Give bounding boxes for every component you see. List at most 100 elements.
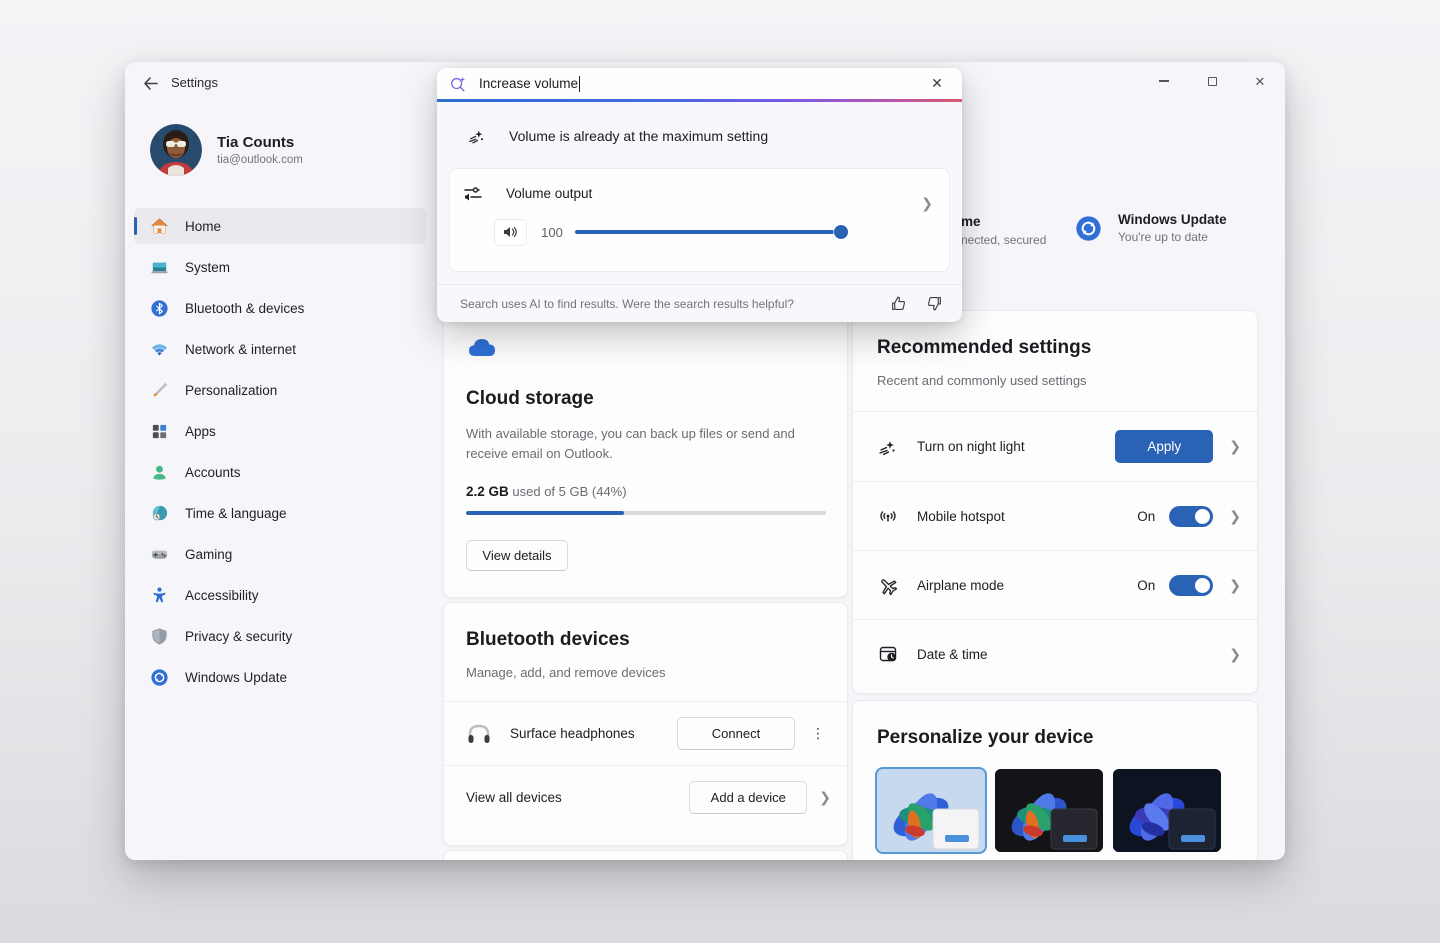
- back-arrow-icon: [143, 77, 158, 90]
- theme-thumbnail-dark[interactable]: [995, 769, 1103, 852]
- personalization-icon: [150, 381, 169, 400]
- sidebar-item-time-language[interactable]: Time & language: [134, 495, 426, 531]
- bluetooth-devices-title: Bluetooth devices: [466, 629, 825, 651]
- recommended-settings-card: Recommended settings Recent and commonly…: [852, 310, 1258, 694]
- sidebar-item-label: Windows Update: [185, 670, 287, 685]
- ai-answer-row[interactable]: Volume is already at the maximum setting: [437, 102, 962, 168]
- thumbs-down-button[interactable]: [920, 291, 948, 317]
- storage-progress-fill: [466, 511, 624, 515]
- sidebar-item-accounts[interactable]: Accounts: [134, 454, 426, 490]
- chevron-right-icon: ❯: [1229, 508, 1241, 525]
- view-all-devices-label: View all devices: [466, 790, 562, 805]
- sidebar-item-privacy[interactable]: Privacy & security: [134, 618, 426, 654]
- mobile-hotspot-row: Mobile hotspot On ❯: [853, 481, 1257, 550]
- accessibility-icon: [150, 586, 169, 605]
- back-button[interactable]: [137, 71, 163, 95]
- sidebar-item-accessibility[interactable]: Accessibility: [134, 577, 426, 613]
- sidebar-item-label: Network & internet: [185, 342, 296, 357]
- speaker-button[interactable]: [494, 219, 527, 246]
- recommended-settings-subtitle: Recent and commonly used settings: [877, 371, 1233, 391]
- sidebar: Tia Counts tia@outlook.com Home System B…: [125, 102, 443, 860]
- headphones-icon: [466, 721, 492, 747]
- night-light-label: Turn on night light: [917, 439, 1115, 454]
- add-device-button[interactable]: Add a device: [689, 781, 807, 814]
- sidebar-item-system[interactable]: System: [134, 249, 426, 285]
- sidebar-item-home[interactable]: Home: [134, 208, 426, 244]
- sidebar-item-bluetooth[interactable]: Bluetooth & devices: [134, 290, 426, 326]
- sidebar-item-personalization[interactable]: Personalization: [134, 372, 426, 408]
- view-all-devices-row[interactable]: View all devices Add a device ❯: [444, 765, 847, 828]
- maximize-button[interactable]: [1195, 68, 1229, 94]
- airplane-mode-row: Airplane mode On ❯: [853, 550, 1257, 619]
- search-footer: Search uses AI to find results. Were the…: [437, 284, 962, 322]
- sidebar-item-label: Time & language: [185, 506, 287, 521]
- windows-update-status-icon: [1075, 215, 1102, 242]
- sidebar-item-windows-update[interactable]: Windows Update: [134, 659, 426, 695]
- text-caret: [579, 76, 580, 92]
- sidebar-item-label: Gaming: [185, 547, 232, 562]
- update-subtitle: You're up to date: [1118, 230, 1227, 244]
- mobile-hotspot-state: On: [1137, 509, 1155, 524]
- home-icon: [150, 217, 169, 236]
- slider-thumb[interactable]: [834, 225, 848, 239]
- volume-output-label: Volume output: [506, 186, 935, 201]
- sidebar-item-network[interactable]: Network & internet: [134, 331, 426, 367]
- sidebar-item-apps[interactable]: Apps: [134, 413, 426, 449]
- slider-track: [575, 230, 848, 234]
- thumbs-up-button[interactable]: [884, 291, 912, 317]
- volume-output-card[interactable]: Volume output ❯ 100: [449, 168, 950, 272]
- close-icon: ✕: [931, 75, 943, 92]
- sidebar-item-label: Accounts: [185, 465, 241, 480]
- minimize-icon: [1159, 80, 1169, 81]
- profile-block[interactable]: Tia Counts tia@outlook.com: [150, 124, 303, 176]
- volume-value: 100: [537, 225, 567, 240]
- night-light-icon: [877, 436, 899, 458]
- volume-slider[interactable]: [575, 224, 848, 240]
- settings-window: Settings ✕ Tia Counts tia@outlook.com Ho…: [125, 62, 1285, 860]
- cloud-storage-title: Cloud storage: [466, 388, 825, 410]
- close-button[interactable]: ✕: [1243, 68, 1277, 94]
- storage-used-value: 2.2 GB: [466, 484, 509, 499]
- date-time-label: Date & time: [917, 647, 1213, 662]
- maximize-icon: [1208, 77, 1217, 86]
- search-dropdown: Increase volume ✕ Volume is already at t…: [437, 68, 962, 322]
- storage-usage-text: 2.2 GB used of 5 GB (44%): [466, 484, 825, 499]
- thumbs-down-icon: [926, 295, 943, 312]
- network-name-fragment: me: [961, 214, 1071, 229]
- search-bar[interactable]: Increase volume ✕: [437, 68, 962, 99]
- airplane-mode-icon: [877, 574, 899, 596]
- sidebar-item-label: Privacy & security: [185, 629, 292, 644]
- theme-thumbnail-blue[interactable]: [1113, 769, 1221, 852]
- search-close-button[interactable]: ✕: [924, 72, 950, 96]
- airplane-mode-label: Airplane mode: [917, 578, 1137, 593]
- mobile-hotspot-toggle[interactable]: [1169, 506, 1213, 527]
- bluetooth-icon: [150, 299, 169, 318]
- more-options-icon[interactable]: ⋮: [805, 721, 831, 747]
- sidebar-item-gaming[interactable]: Gaming: [134, 536, 426, 572]
- speaker-icon: [503, 225, 519, 239]
- apply-button[interactable]: Apply: [1115, 430, 1213, 463]
- close-icon: ✕: [1255, 75, 1266, 88]
- airplane-mode-toggle[interactable]: [1169, 575, 1213, 596]
- sidebar-item-label: Personalization: [185, 383, 277, 398]
- page-title: Settings: [171, 75, 218, 90]
- chevron-right-icon: ❯: [921, 195, 933, 212]
- windows-update-icon: [150, 668, 169, 687]
- minimize-button[interactable]: [1147, 68, 1181, 94]
- theme-thumbnail-light[interactable]: [877, 769, 985, 852]
- search-query: Increase volume: [479, 76, 578, 91]
- search-input[interactable]: Increase volume: [479, 76, 924, 92]
- time-language-icon: [150, 504, 169, 523]
- connect-button[interactable]: Connect: [677, 717, 795, 750]
- privacy-icon: [150, 627, 169, 646]
- thumbs-up-icon: [890, 295, 907, 312]
- chevron-right-icon: ❯: [1229, 577, 1241, 594]
- bluetooth-device-row: Surface headphones Connect ⋮: [444, 702, 847, 765]
- view-details-button[interactable]: View details: [466, 540, 568, 571]
- avatar: [150, 124, 202, 176]
- mobile-hotspot-label: Mobile hotspot: [917, 509, 1137, 524]
- windows-update-status[interactable]: Windows Update You're up to date: [1075, 212, 1227, 244]
- date-time-row[interactable]: Date & time ❯: [853, 619, 1257, 688]
- storage-progress-bar: [466, 511, 826, 515]
- network-icon: [150, 340, 169, 359]
